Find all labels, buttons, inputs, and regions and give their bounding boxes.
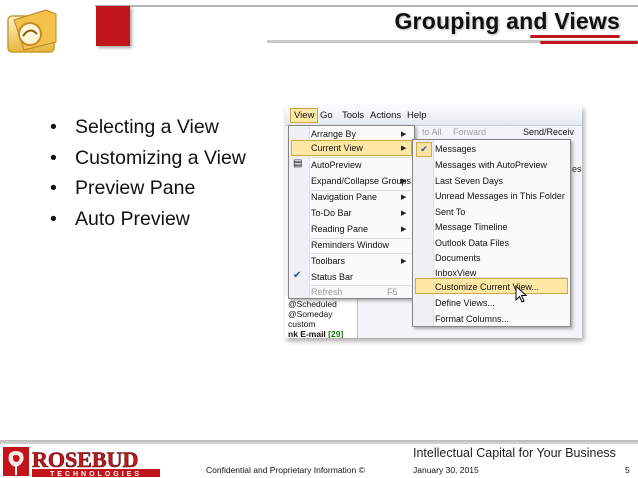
view-option-messages[interactable]: Messages [435,144,476,154]
menu-tools[interactable]: Tools [342,110,364,121]
menu-item-status-bar[interactable]: Status Bar [311,272,353,282]
view-option-message-timeline[interactable]: Message Timeline [435,222,508,232]
forward-button[interactable]: Forward [453,127,486,137]
view-option-last-seven-days[interactable]: Last Seven Days [435,176,503,186]
autopreview-icon: ▤ [293,158,303,169]
menu-item-toolbars[interactable]: Toolbars [311,256,345,266]
outlook-screenshot: View Go Tools Actions Help to All Forwar… [285,106,582,338]
header-red-block [96,6,130,46]
svg-text:TECHNOLOGIES: TECHNOLOGIES [50,471,142,478]
page-number: 5 [625,465,630,475]
menu-item-current-view[interactable]: Current View [311,143,363,153]
folder-pane: @Scheduled @Someday custom nk E-mail [29… [285,296,358,338]
folder-item-junk[interactable]: nk E-mail [29] [288,329,343,338]
submenu-arrow-icon: ▶ [401,194,407,201]
view-option-outlook-data-files[interactable]: Outlook Data Files [435,238,509,248]
menu-help[interactable]: Help [407,110,427,121]
view-menu-dropdown: Arrange By ▶ Current View ▶ ▤ AutoPrevie… [288,125,415,299]
menu-item-reminders-window[interactable]: Reminders Window [311,240,389,250]
submenu-arrow-icon: ▶ [401,258,407,265]
define-views-item[interactable]: Define Views... [435,298,495,308]
view-option-documents[interactable]: Documents [435,253,481,263]
view-option-sent-to[interactable]: Sent To [435,207,465,217]
title-underline-accent [530,35,620,38]
menu-item-todo-bar[interactable]: To-Do Bar [311,208,352,218]
confidential-notice: Confidential and Proprietary Information… [206,465,365,475]
current-view-submenu: ✔ Messages Messages with AutoPreview Las… [412,139,571,327]
view-option-unread-messages[interactable]: Unread Messages in This Folder [435,191,565,201]
message-list-fragment: es [572,164,582,174]
submenu-arrow-icon: ▶ [401,145,407,152]
rosebud-logo-icon: ROSEBUD TECHNOLOGIES [3,447,160,478]
menu-item-reading-pane[interactable]: Reading Pane [311,224,368,234]
mouse-cursor-icon [515,285,527,303]
title-underline-accent-2 [540,41,638,44]
bullet-item: • Selecting a View [50,116,219,138]
menu-actions[interactable]: Actions [370,110,401,121]
checkmark-icon: ✔ [293,270,302,281]
submenu-arrow-icon: ▶ [401,226,407,233]
submenu-arrow-icon: ▶ [401,178,407,185]
slide-date: January 30, 2015 [413,465,479,475]
folder-item[interactable]: @Someday [288,309,333,319]
format-columns-item[interactable]: Format Columns... [435,314,509,324]
bullet-item: • Customizing a View [50,146,246,169]
checkmark-icon: ✔ [416,142,432,157]
menu-item-autopreview[interactable]: AutoPreview [311,160,362,170]
menu-bar: View Go Tools Actions Help [285,106,582,126]
footer-rule [0,440,638,444]
bullet-item: • Auto Preview [50,207,190,230]
view-option-messages-autopreview[interactable]: Messages with AutoPreview [435,160,547,170]
page-title: Grouping and Views [394,8,620,34]
menu-item-refresh: Refresh [311,287,343,297]
bullet-list: • Selecting a View • Customizing a View • P… [50,112,246,234]
menu-view[interactable]: View [290,108,319,123]
reply-all-button-fragment[interactable]: to All [422,127,442,137]
header-rule-top [95,5,638,7]
menu-item-arrange-by[interactable]: Arrange By [311,129,356,139]
folder-item[interactable]: custom [288,319,315,329]
menu-item-navigation-pane[interactable]: Navigation Pane [311,192,377,202]
menu-go[interactable]: Go [320,110,333,121]
folder-item[interactable]: @Scheduled [288,299,337,309]
junk-count: [29] [328,329,344,338]
submenu-arrow-icon: ▶ [401,131,407,138]
send-receive-button[interactable]: Send/Receiv [523,127,574,137]
svg-text:ROSEBUD: ROSEBUD [32,447,138,472]
refresh-shortcut: F5 [387,287,398,297]
outlook-logo-icon [7,9,57,53]
menu-item-expand-collapse[interactable]: Expand/Collapse Groups [311,176,411,186]
company-tagline: Intellectual Capital for Your Business [413,446,616,460]
bullet-item: • Preview Pane [50,177,196,199]
submenu-arrow-icon: ▶ [401,210,407,217]
